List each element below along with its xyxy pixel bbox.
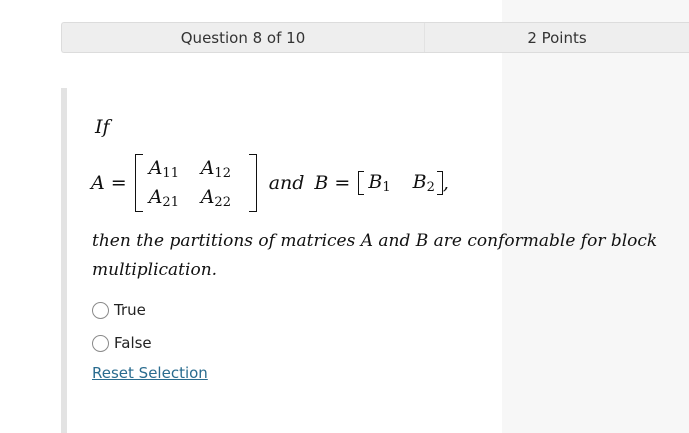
option-false-label: False: [114, 334, 152, 352]
right-side-panel: [502, 0, 689, 433]
question-statement: then the partitions of matrices A and B …: [92, 231, 658, 280]
radio-false[interactable]: [92, 334, 109, 352]
question-counter: Question 8 of 10: [62, 23, 425, 52]
matrix-equation: A = A11 A12 A21 A22 and B = B1 B2 ,: [91, 150, 449, 216]
reset-selection-link[interactable]: Reset Selection: [92, 364, 208, 382]
question-header: Question 8 of 10 2 Points: [61, 22, 689, 53]
matrix-entry-b2: B2: [412, 171, 435, 195]
matrix-entry-a21: A21: [148, 185, 179, 210]
option-false[interactable]: False: [92, 334, 152, 352]
matrix-b-lhs: B =: [314, 172, 351, 194]
matrix-entry-a12: A12: [200, 156, 231, 181]
matrix-entry-b1: B1: [368, 171, 391, 195]
and-text: and: [268, 172, 305, 194]
matrix-entry-a11: A11: [148, 156, 179, 181]
matrix-a-lhs: A =: [91, 172, 127, 194]
matrix-a: A11 A12 A21 A22: [143, 154, 249, 212]
left-bracket: [134, 154, 143, 212]
equation-comma: ,: [442, 172, 449, 194]
option-true[interactable]: True: [92, 301, 146, 319]
radio-true[interactable]: [92, 301, 109, 319]
right-bracket: [248, 154, 257, 212]
matrix-entry-a22: A22: [200, 185, 231, 210]
points-label: 2 Points: [527, 28, 587, 47]
if-text: If: [95, 116, 110, 138]
b-left-bracket: [358, 171, 365, 195]
option-true-label: True: [114, 301, 146, 319]
